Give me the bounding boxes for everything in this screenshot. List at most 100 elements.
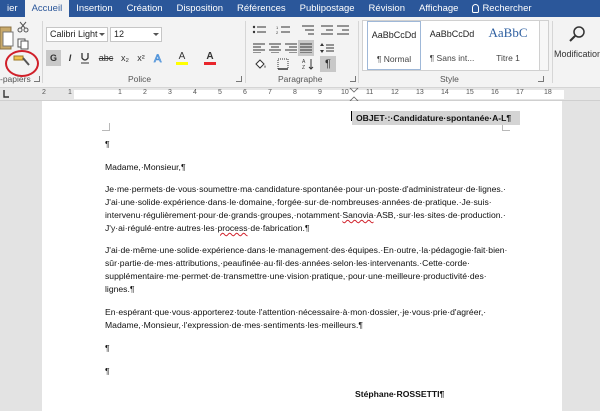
tab-references[interactable]: Références: [230, 0, 293, 17]
paragraph-group-label: Paragraphe: [278, 74, 323, 84]
superscript-label: x²: [137, 53, 145, 63]
style-normal-sample: AaBbCcDd: [371, 30, 417, 40]
spelling-error[interactable]: Sanovia: [342, 210, 373, 220]
font-color-button[interactable]: A: [202, 49, 218, 67]
spelling-error[interactable]: process: [217, 223, 247, 233]
line-spacing-button[interactable]: [318, 41, 336, 55]
ruler-mark: 5: [218, 89, 222, 96]
paragraph-launcher[interactable]: [350, 76, 356, 82]
empty-paragraph[interactable]: ¶: [105, 343, 110, 353]
document-page[interactable]: [42, 101, 562, 411]
format-painter-highlight-circle: [5, 50, 39, 77]
numbering-button[interactable]: 1 2: [274, 23, 294, 37]
paragraph-2-line-2[interactable]: sûr·partie·de·mes·attributions,·peaufiné…: [105, 258, 525, 268]
style-heading1[interactable]: AaBbC Titre 1: [481, 21, 535, 70]
copy-icon: [17, 38, 29, 50]
style-normal[interactable]: AaBbCcDd ¶ Normal: [367, 21, 421, 70]
subscript-button[interactable]: x₂: [118, 50, 132, 66]
bullets-button[interactable]: [250, 23, 270, 37]
align-center-icon: [269, 43, 281, 53]
editing-label: Modification: [553, 49, 600, 59]
clipboard-launcher[interactable]: [34, 76, 40, 82]
bold-button[interactable]: G: [46, 50, 61, 66]
paragraph-1-line-1[interactable]: Je·me·permets·de·vous·soumettre·ma·candi…: [105, 184, 525, 194]
editing-button[interactable]: Modification: [553, 21, 600, 69]
show-formatting-marks-button[interactable]: ¶: [320, 56, 336, 72]
style-normal-name: ¶ Normal: [376, 54, 412, 64]
ruler-mark: 11: [366, 89, 374, 96]
borders-button[interactable]: [274, 57, 292, 71]
paragraph-2-line-3[interactable]: supplémentaire·me·permet·de·transmettre·…: [105, 271, 525, 281]
indent-marker-icon[interactable]: [349, 88, 359, 101]
style-heading1-sample: AaBbC: [488, 25, 528, 40]
pilcrow-label: ¶: [325, 58, 331, 70]
strikethrough-button[interactable]: abc: [96, 50, 116, 66]
underline-button[interactable]: [78, 50, 92, 66]
ruler-mark: 18: [544, 89, 552, 96]
empty-paragraph[interactable]: ¶: [105, 366, 110, 376]
paragraph-1-line-3[interactable]: intervenu·régulièrement·pour·de·grands·g…: [105, 210, 525, 220]
sort-icon: A Z: [302, 59, 314, 70]
scissors-icon: [17, 21, 29, 33]
ruler-mark: 8: [293, 89, 297, 96]
tab-affichage[interactable]: Affichage: [412, 0, 465, 17]
align-left-button[interactable]: [252, 41, 266, 55]
increase-indent-button[interactable]: [336, 23, 350, 37]
superscript-button[interactable]: x²: [134, 50, 148, 66]
multilevel-button[interactable]: [298, 23, 318, 37]
paragraph-2-line-4[interactable]: lignes.¶: [105, 284, 134, 294]
document-workspace: [0, 101, 600, 411]
subject-line[interactable]: OBJET·:·Candidature·spontanée·A-L¶: [352, 111, 520, 125]
paragraph-3-line-2[interactable]: Madame,·Monsieur,·l'expression·de·mes·se…: [105, 320, 363, 330]
highlight-color-button[interactable]: A: [174, 49, 190, 67]
tab-accueil[interactable]: Accueil: [24, 0, 70, 17]
tab-fichier[interactable]: ier: [0, 0, 25, 17]
signature-line[interactable]: Stéphane·ROSSETTI¶: [355, 389, 444, 399]
tab-disposition[interactable]: Disposition: [170, 0, 230, 17]
bullet-list-icon: [252, 25, 266, 34]
font-color-swatch: [204, 62, 216, 65]
decrease-indent-button[interactable]: [320, 23, 334, 37]
italic-button[interactable]: I: [64, 50, 76, 66]
font-name-value: Calibri Light: [50, 29, 98, 39]
tab-revision[interactable]: Révision: [362, 0, 412, 17]
empty-paragraph[interactable]: ¶: [105, 139, 110, 149]
shading-button[interactable]: [252, 57, 270, 71]
font-launcher[interactable]: [236, 76, 242, 82]
paragraph-2-line-1[interactable]: J'ai·de·même·une·solide·expérience·dans·…: [105, 245, 525, 255]
sort-button[interactable]: A Z: [300, 57, 316, 71]
align-right-icon: [285, 43, 297, 53]
ruler-mark: 13: [416, 89, 424, 96]
ruler-mark: 4: [193, 89, 197, 96]
align-center-button[interactable]: [268, 41, 282, 55]
tell-me-search[interactable]: Rechercher: [465, 0, 538, 17]
paragraph-1-line-2[interactable]: J'ai·une·solide·expérience·dans·le·domai…: [105, 197, 525, 207]
font-name-combo[interactable]: Calibri Light: [46, 27, 108, 42]
font-size-combo[interactable]: 12: [110, 27, 162, 42]
lightbulb-icon: [472, 4, 480, 13]
ruler-mark: 1: [68, 89, 72, 96]
style-group-label: Style: [440, 74, 459, 84]
justify-button[interactable]: [298, 40, 314, 56]
salutation[interactable]: Madame,·Monsieur,¶: [105, 162, 186, 172]
multilevel-list-icon: [302, 25, 314, 35]
cut-button[interactable]: [16, 20, 30, 34]
justify-icon: [300, 43, 312, 53]
tab-insertion[interactable]: Insertion: [69, 0, 119, 17]
ruler-mark: 9: [318, 89, 322, 96]
style-no-spacing[interactable]: AaBbCcDd ¶ Sans int...: [425, 21, 479, 70]
text-effects-button[interactable]: A: [152, 50, 166, 66]
styles-scroll[interactable]: [540, 20, 549, 71]
tab-creation[interactable]: Création: [120, 0, 170, 17]
paragraph-1-line-4[interactable]: J'y·ai·régulé·entre·autres·les·process·d…: [105, 223, 309, 233]
paragraph-3-line-1[interactable]: En·espérant·que·vous·apporterez·toute·l'…: [105, 307, 525, 317]
paint-bucket-icon: [255, 59, 266, 69]
align-right-button[interactable]: [284, 41, 298, 55]
svg-text:Z: Z: [302, 65, 305, 70]
text-effects-icon: A: [154, 53, 163, 64]
styles-launcher[interactable]: [538, 76, 544, 82]
copy-button[interactable]: [16, 37, 30, 51]
tab-publipostage[interactable]: Publipostage: [293, 0, 362, 17]
horizontal-ruler[interactable]: 2 1 1 2 3 4 5 6 7 8 9 10 11 12 13 14 15 …: [0, 88, 600, 101]
tab-stop-icon[interactable]: [2, 89, 10, 99]
